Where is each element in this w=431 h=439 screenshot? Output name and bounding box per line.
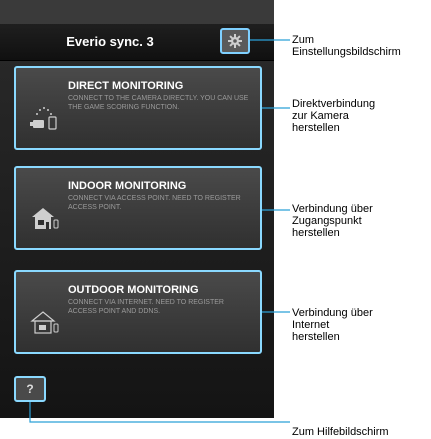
help-leader-line: [29, 402, 290, 423]
indoor-callout: Verbindung über Zugangspunkt herstellen: [292, 203, 373, 239]
settings-callout: Zum Einstellungsbildschirm: [292, 34, 401, 58]
help-callout: Zum Hilfebildschirm: [292, 426, 389, 438]
direct-callout: Direktverbindung zur Kamera herstellen: [292, 98, 376, 134]
outdoor-callout: Verbindung über Internet herstellen: [292, 307, 373, 343]
